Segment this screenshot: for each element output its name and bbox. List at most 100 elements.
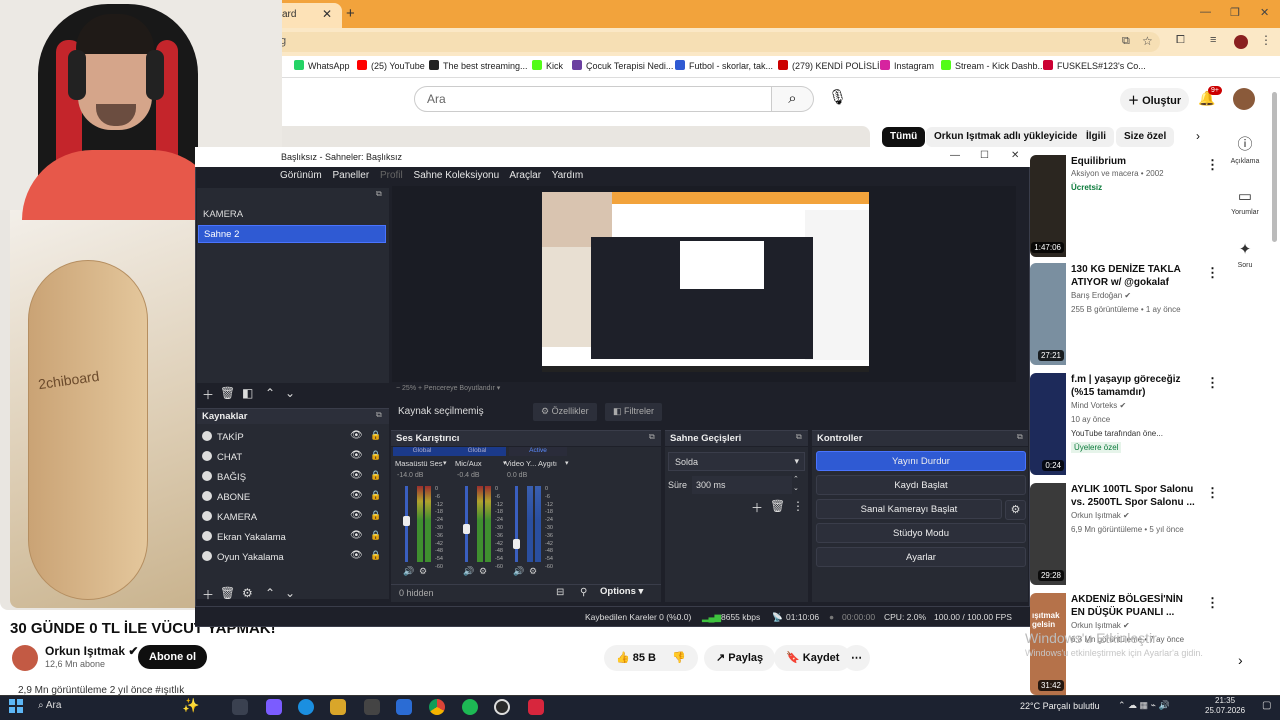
source-item[interactable]: KAMERA 👁 🔒 [202,510,382,523]
url-field[interactable]: g [240,32,1160,52]
fader-knob[interactable] [463,524,470,534]
source-item[interactable]: Ekran Yakalama 👁 🔒 [202,530,382,543]
task-view-icon[interactable] [232,699,248,715]
weather-widget[interactable]: 22°C Parçalı bulutlu [1020,701,1100,711]
more-icon[interactable]: ⋮ [1206,485,1219,501]
menu-tools[interactable]: Araçlar [509,170,541,181]
stop-stream-button[interactable]: Yayını Durdur [816,451,1026,471]
video-thumbnail[interactable]: 27:21 [1030,263,1066,365]
tray-icons[interactable]: ⌃ ☁ ▦ ⌁ 🔊 [1118,700,1170,711]
volume-icon[interactable]: 🔊 [463,566,474,577]
chevron-down-icon[interactable]: ⌄ [285,586,295,600]
chevron-up-icon[interactable]: ⌃ [265,386,275,400]
new-tab-button[interactable]: + [346,5,355,22]
subscribe-button[interactable]: Abone ol [138,645,208,669]
gear-icon[interactable]: ⚙ [479,566,487,577]
scrollbar[interactable] [1272,92,1277,242]
trash-icon[interactable]: 🗑 [220,586,235,600]
taskbar-search[interactable]: ⌕ Ara [38,700,61,711]
chrome-icon[interactable] [429,699,445,715]
start-virtualcam-button[interactable]: Sanal Kamerayı Başlat [816,499,1002,519]
more-icon[interactable]: ⋮ [1206,157,1219,173]
chevron-right-icon[interactable]: › [1196,129,1200,143]
eye-icon[interactable]: 👁 [350,470,363,481]
edge-icon[interactable] [298,699,314,715]
close-window-icon[interactable]: ✕ [1260,6,1269,19]
windows-start-icon[interactable] [9,699,23,713]
lock-icon[interactable]: 🔒 [370,450,381,461]
chip-for-you[interactable]: Size özel [1116,127,1175,147]
star-icon[interactable]: ☆ [1142,34,1153,48]
video-title[interactable]: AKDENİZ BÖLGESİ'NİN EN DÜŞÜK PUANLI ... [1071,593,1199,619]
more-icon[interactable]: ⋮ [1206,595,1219,611]
add-source-icon[interactable]: ＋ [202,586,214,603]
video-title[interactable]: 130 KG DENİZE TAKLA ATIYOR w/ @gokalaf [1071,263,1199,289]
obs-icon[interactable] [494,699,510,715]
maximize-icon[interactable]: ☐ [980,150,989,161]
eye-icon[interactable]: 👁 [350,530,363,541]
chip-all[interactable]: Tümü [882,127,926,147]
bookmark-item[interactable]: (279) KENDİ POLİSLİ... [778,60,887,71]
channel-name[interactable]: Orkun Işıtmak ✔ [1071,511,1130,520]
add-transition-icon[interactable]: ＋ [751,499,763,516]
spotify-icon[interactable] [462,699,478,715]
source-item[interactable]: ABONE 👁 🔒 [202,490,382,503]
settings-button[interactable]: Ayarlar [816,547,1026,567]
dock-icon[interactable]: ⧉ [796,432,802,442]
channel-name[interactable]: Mind Vorteks ✔ [1071,401,1126,410]
properties-button[interactable]: ⚙ Özellikler [533,403,597,421]
add-scene-icon[interactable]: ＋ [202,386,214,403]
eye-icon[interactable]: 👁 [350,450,363,461]
chevron-up-icon[interactable]: ⌃ [265,586,275,600]
chip-uploader[interactable]: Orkun Işıtmak adlı yükleyiciden [926,127,1092,147]
clock[interactable]: 21:35 25.07.2026 [1205,696,1245,716]
dislike-button[interactable]: 👎 [660,645,698,671]
create-button[interactable]: ＋ Oluştur [1120,88,1190,112]
channel-name[interactable]: Orkun Işıtmak ✔ [45,644,138,658]
minimize-icon[interactable]: — [1200,6,1211,18]
bookmark-item[interactable]: Kick [532,60,563,71]
video-title[interactable]: Equilibrium [1071,155,1199,168]
fader-knob[interactable] [513,539,520,549]
volume-icon[interactable]: 🔊 [403,566,414,577]
menu-dots-icon[interactable]: ⋮ [1260,33,1272,47]
avatar[interactable] [1233,88,1255,110]
search-input[interactable]: Ara [414,86,772,112]
video-thumbnail[interactable]: 29:28 [1030,483,1066,585]
transition-select[interactable]: Solda ▾ [668,452,805,471]
bookmark-item[interactable]: Çocuk Terapisi Nedi... [572,60,673,71]
eye-icon[interactable]: 👁 [350,510,363,521]
profile-avatar[interactable] [1234,35,1248,49]
channel-name[interactable]: Orkun Işıtmak ✔ [1071,621,1130,630]
more-icon[interactable]: ⋮ [1206,375,1219,391]
layout-icon[interactable]: ⊟ [556,587,564,598]
trash-icon[interactable]: 🗑 [770,499,785,513]
eye-icon[interactable]: 👁 [350,490,363,501]
start-recording-button[interactable]: Kaydı Başlat [816,475,1026,495]
menu-view[interactable]: Görünüm [280,170,322,181]
lock-icon[interactable]: 🔒 [370,430,381,441]
video-thumbnail[interactable]: 1:47:06 [1030,155,1066,257]
video-thumbnail[interactable]: 0:24 [1030,373,1066,475]
source-item[interactable]: TAKİP 👁 🔒 [202,430,382,443]
video-title[interactable]: AYLIK 100TL Spor Salonu vs. 2500TL Spor … [1071,483,1199,509]
lock-icon[interactable]: 🔒 [370,550,381,561]
bookmark-item[interactable]: (25) YouTube [357,60,425,71]
source-item[interactable]: Oyun Yakalama 👁 🔒 [202,550,382,563]
bookmark-item[interactable]: Instagram [880,60,934,71]
menu-docks[interactable]: Paneller [332,170,369,181]
bookmark-item[interactable]: Stream - Kick Dashb... [941,60,1045,71]
more-icon[interactable]: ⋮ [1206,265,1219,281]
chevron-right-icon[interactable]: › [1238,652,1243,668]
lock-icon[interactable]: 🔒 [370,470,381,481]
like-button[interactable]: 👍 85 B [604,645,669,671]
lock-icon[interactable]: 🔒 [370,490,381,501]
app-icon[interactable] [528,699,544,715]
cast-icon[interactable]: ⧉ [1122,35,1130,48]
close-icon[interactable]: ✕ [1011,150,1019,161]
chevron-down-icon[interactable]: ⌄ [285,386,295,400]
filters-button[interactable]: ◧ Filtreler [605,403,663,421]
chevron-down-icon[interactable]: ▾ [565,459,569,467]
dock-icon[interactable]: ⧉ [376,410,382,420]
copilot-icon[interactable] [266,699,282,715]
